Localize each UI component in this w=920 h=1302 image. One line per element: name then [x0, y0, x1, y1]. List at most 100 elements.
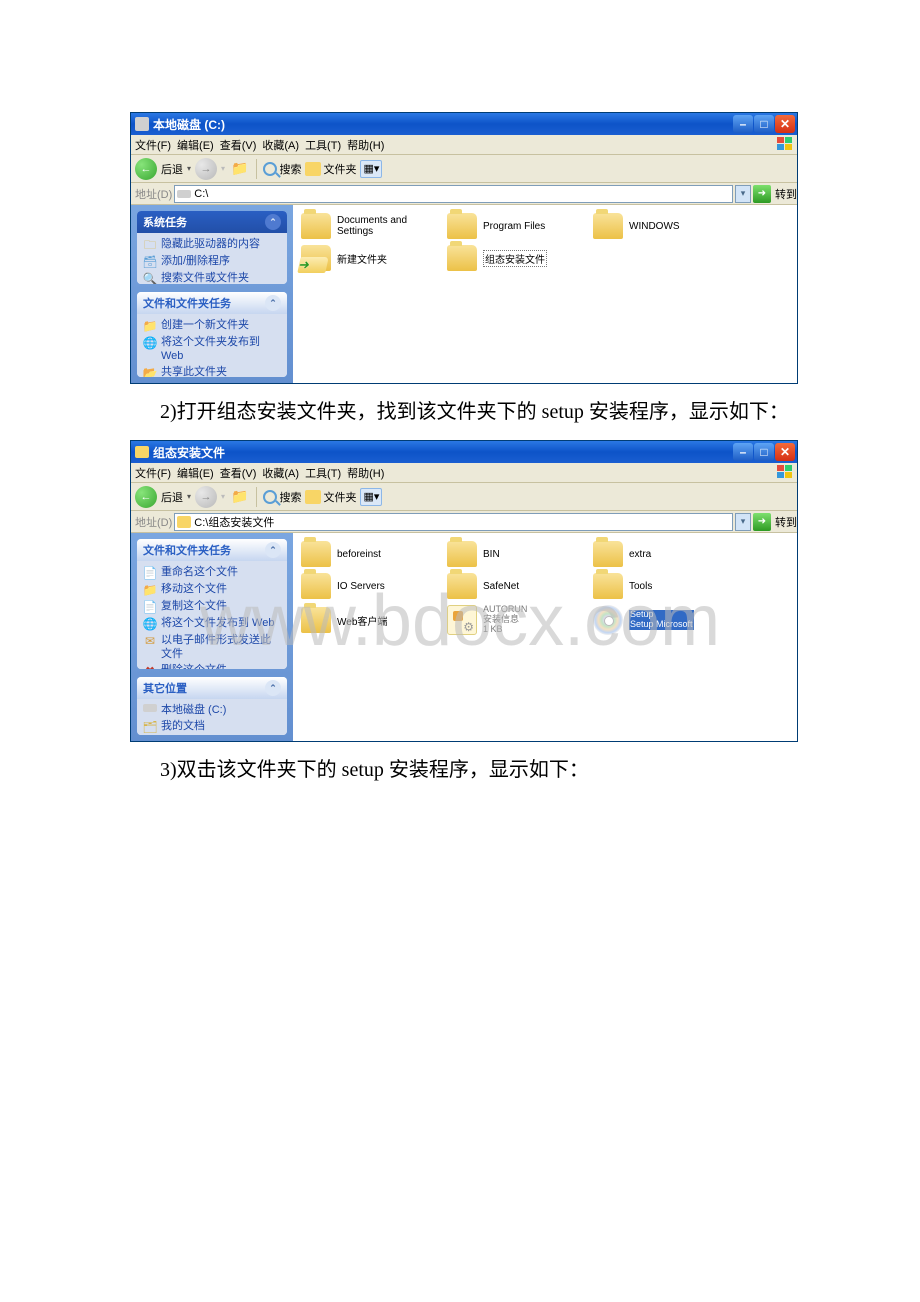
autorun-item[interactable]: AUTORUN安装信息1 KB	[447, 605, 579, 635]
explorer-window-1: 本地磁盘 (C:) – □ ✕ 文件(F) 编辑(E) 查看(V) 收藏(A) …	[130, 112, 798, 384]
tasks-sidebar: 系统任务⌃ 🗀隐藏此驱动器的内容 🗃添加/删除程序 🔍搜索文件或文件夹 文件和文…	[131, 205, 293, 383]
system-tasks-panel: 系统任务⌃ 🗀隐藏此驱动器的内容 🗃添加/删除程序 🔍搜索文件或文件夹	[137, 211, 287, 284]
address-field[interactable]: C:\组态安装文件	[174, 513, 733, 531]
task-addremove[interactable]: 🗃添加/删除程序	[143, 254, 281, 271]
address-field[interactable]: C:\	[174, 185, 733, 203]
task-delete[interactable]: ✖删除这个文件	[143, 663, 281, 670]
menu-tools[interactable]: 工具(T)	[305, 137, 341, 153]
collapse-icon[interactable]: ⌃	[265, 214, 281, 230]
menu-help[interactable]: 帮助(H)	[347, 465, 384, 481]
address-bar: 地址(D) C:\组态安装文件 ▾ ➜ 转到	[131, 511, 797, 533]
doc-paragraph-3: 3)双击该文件夹下的 setup 安装程序，显示如下：	[130, 748, 790, 798]
place-localdisk[interactable]: 本地磁盘 (C:)	[143, 703, 281, 719]
address-dropdown[interactable]: ▾	[735, 185, 751, 203]
folder-item[interactable]: IO Servers	[301, 573, 433, 599]
folder-item[interactable]: Program Files	[447, 213, 579, 239]
up-folder-icon[interactable]: 📁	[231, 160, 248, 177]
folders-label[interactable]: 文件夹	[323, 161, 356, 177]
folder-icon	[447, 213, 477, 239]
panel-title: 文件和文件夹任务	[143, 295, 231, 311]
setup-item[interactable]: SetupSetup Microsoft	[593, 605, 725, 635]
folder-item[interactable]: Documents and Settings	[301, 213, 433, 239]
back-button[interactable]: ←	[135, 486, 157, 508]
menu-tools[interactable]: 工具(T)	[305, 465, 341, 481]
go-label[interactable]: 转到	[775, 514, 797, 530]
windows-logo-icon	[777, 465, 793, 479]
task-publish[interactable]: 🌐将这个文件夹发布到 Web	[143, 335, 281, 365]
menu-edit[interactable]: 编辑(E)	[177, 137, 214, 153]
close-button[interactable]: ✕	[775, 115, 795, 133]
disk-icon	[177, 190, 191, 198]
folder-icon	[135, 446, 149, 458]
collapse-icon[interactable]: ⌃	[265, 295, 281, 311]
minimize-button[interactable]: –	[733, 443, 753, 461]
task-move[interactable]: 📁移动这个文件	[143, 582, 281, 599]
back-label[interactable]: 后退	[161, 161, 183, 177]
cd-icon	[593, 605, 623, 635]
menu-file[interactable]: 文件(F)	[135, 137, 171, 153]
folder-item[interactable]: SafeNet	[447, 573, 579, 599]
panel-title: 文件和文件夹任务	[143, 542, 231, 558]
folders-label[interactable]: 文件夹	[323, 489, 356, 505]
task-email[interactable]: ✉以电子邮件形式发送此文件	[143, 633, 281, 663]
go-button[interactable]: ➜	[753, 513, 771, 531]
task-search[interactable]: 🔍搜索文件或文件夹	[143, 271, 281, 284]
disk-icon	[135, 117, 149, 131]
search-label[interactable]: 搜索	[279, 161, 301, 177]
folder-icon	[593, 213, 623, 239]
place-mydocs[interactable]: 🗂我的文档	[143, 719, 281, 735]
folder-content: beforeinst BIN extra IO Servers SafeNet …	[293, 533, 797, 741]
menu-view[interactable]: 查看(V)	[220, 137, 257, 153]
address-bar: 地址(D) C:\ ▾ ➜ 转到	[131, 183, 797, 205]
task-share[interactable]: 📂共享此文件夹	[143, 365, 281, 377]
collapse-icon[interactable]: ⌃	[265, 542, 281, 558]
go-button[interactable]: ➜	[753, 185, 771, 203]
minimize-button[interactable]: –	[733, 115, 753, 133]
address-dropdown[interactable]: ▾	[735, 513, 751, 531]
folder-item[interactable]: extra	[593, 541, 725, 567]
window-title: 组态安装文件	[153, 444, 225, 461]
close-button[interactable]: ✕	[775, 443, 795, 461]
folder-icon	[301, 573, 331, 599]
back-button[interactable]: ←	[135, 158, 157, 180]
folder-icon	[301, 541, 331, 567]
forward-button[interactable]: →	[195, 486, 217, 508]
menu-edit[interactable]: 编辑(E)	[177, 465, 214, 481]
menu-fav[interactable]: 收藏(A)	[262, 137, 299, 153]
search-icon	[263, 162, 277, 176]
go-label[interactable]: 转到	[775, 186, 797, 202]
collapse-icon[interactable]: ⌃	[265, 680, 281, 696]
maximize-button[interactable]: □	[754, 115, 774, 133]
folder-item[interactable]: WINDOWS	[593, 213, 725, 239]
back-label[interactable]: 后退	[161, 489, 183, 505]
panel-title: 其它位置	[143, 680, 187, 696]
search-label[interactable]: 搜索	[279, 489, 301, 505]
folder-item[interactable]: Web客户端	[301, 605, 433, 635]
task-newfolder[interactable]: 📁创建一个新文件夹	[143, 318, 281, 335]
menu-fav[interactable]: 收藏(A)	[262, 465, 299, 481]
view-mode-button[interactable]: ▦▾	[360, 160, 382, 178]
menu-view[interactable]: 查看(V)	[220, 465, 257, 481]
folder-icon	[447, 245, 477, 271]
task-rename[interactable]: 📄重命名这个文件	[143, 565, 281, 582]
view-mode-button[interactable]: ▦▾	[360, 488, 382, 506]
folder-icon	[301, 213, 331, 239]
menu-file[interactable]: 文件(F)	[135, 465, 171, 481]
folder-icon	[593, 573, 623, 599]
folder-icon	[177, 516, 191, 528]
folder-item[interactable]: 组态安装文件	[447, 245, 579, 271]
folder-item[interactable]: 新建文件夹	[301, 245, 433, 271]
up-folder-icon[interactable]: 📁	[231, 488, 248, 505]
folder-item[interactable]: Tools	[593, 573, 725, 599]
menu-help[interactable]: 帮助(H)	[347, 137, 384, 153]
folder-item[interactable]: beforeinst	[301, 541, 433, 567]
task-hide[interactable]: 🗀隐藏此驱动器的内容	[143, 237, 281, 254]
task-publish[interactable]: 🌐将这个文件发布到 Web	[143, 616, 281, 633]
maximize-button[interactable]: □	[754, 443, 774, 461]
inf-file-icon	[447, 605, 477, 635]
file-tasks-panel: 文件和文件夹任务 ⌃ 📄重命名这个文件 📁移动这个文件 📄复制这个文件 🌐将这个文…	[137, 539, 287, 669]
forward-button[interactable]: →	[195, 158, 217, 180]
folder-item[interactable]: BIN	[447, 541, 579, 567]
task-copy[interactable]: 📄复制这个文件	[143, 599, 281, 616]
folder-icon	[301, 607, 331, 633]
